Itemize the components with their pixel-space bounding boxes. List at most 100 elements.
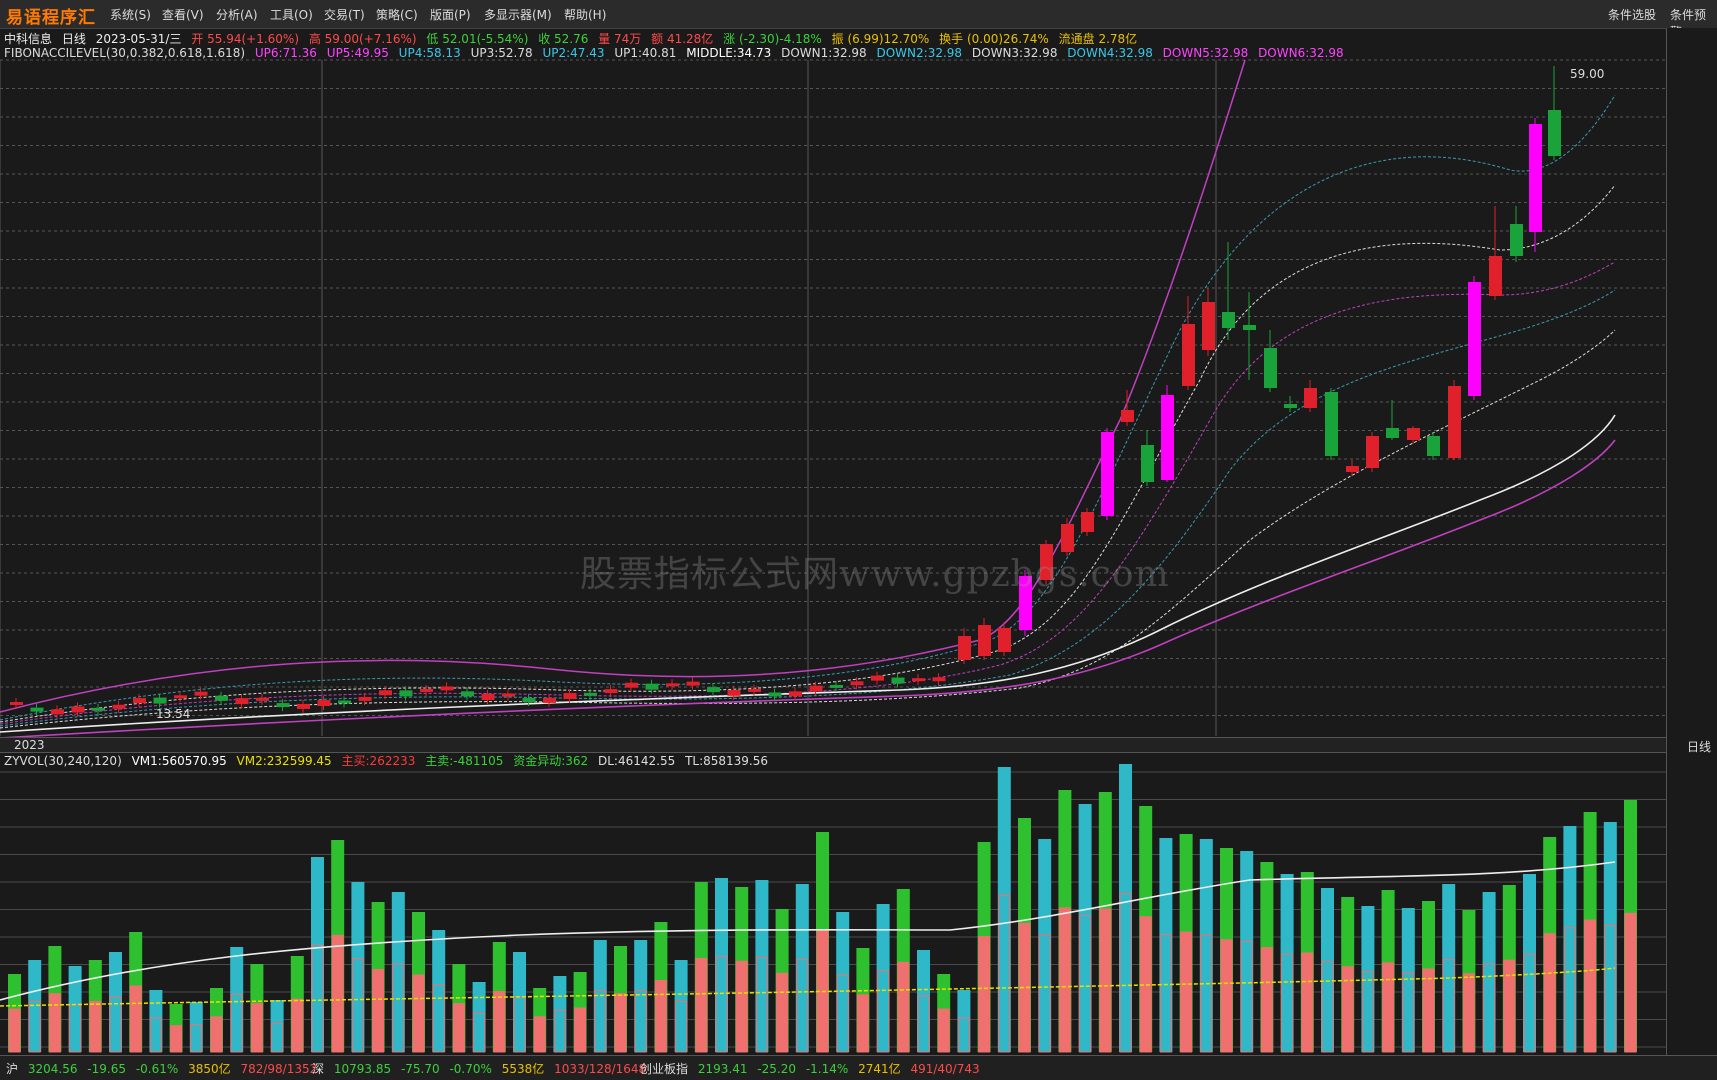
volume-bar xyxy=(1078,804,1092,1053)
sh-change: -19.65 xyxy=(87,1062,126,1076)
volume-bar-bottom xyxy=(372,969,385,1053)
volume-bar-bottom xyxy=(48,993,61,1053)
volume-bar xyxy=(1018,818,1031,1053)
candle-body xyxy=(379,690,392,696)
volume-bar-top xyxy=(694,882,708,1052)
volume-bar-top xyxy=(129,932,143,1052)
volume-bar-top xyxy=(371,902,385,1052)
vm2-value: VM2:232599.45 xyxy=(236,754,332,768)
volume-bar-top xyxy=(1139,806,1153,1052)
volume-bar-top xyxy=(533,988,547,1052)
volume-bar-bottom xyxy=(392,963,405,1053)
menu-tools[interactable]: 工具(O) xyxy=(270,6,313,23)
main-buy-value: 主买:262233 xyxy=(341,754,416,768)
sz-index-status[interactable]: 深 10793.85 -75.70 -0.70% 5538亿 1033/128/… xyxy=(312,1060,652,1077)
candle-body xyxy=(727,689,741,696)
candle xyxy=(932,673,946,686)
volume-bar-bottom xyxy=(1159,933,1172,1053)
volume-bar-top xyxy=(957,990,971,1052)
candle xyxy=(1081,508,1094,536)
volume-bar-bottom xyxy=(1099,908,1112,1053)
menu-system[interactable]: 系统(S) xyxy=(110,6,151,23)
volume-bar-top xyxy=(68,966,82,1052)
volume-bar xyxy=(189,1002,203,1053)
sh-breadth: 782/98/1352 xyxy=(240,1062,318,1076)
candle-body xyxy=(1427,436,1440,456)
candle-body xyxy=(92,707,105,711)
volume-bar xyxy=(715,878,728,1053)
volume-bar xyxy=(1462,910,1476,1053)
stock-screener-button[interactable]: 条件选股 xyxy=(1608,6,1656,23)
price-markers: 59.00 13.54 xyxy=(156,67,1604,721)
menu-trade[interactable]: 交易(T) xyxy=(324,6,365,23)
volume-bar-top xyxy=(311,857,324,1052)
volume-bar xyxy=(1058,790,1072,1053)
volume-bar-top xyxy=(977,842,991,1052)
volume-bar-bottom xyxy=(109,996,122,1053)
volume-bar xyxy=(28,960,42,1053)
period-tab[interactable]: 日线 xyxy=(1687,738,1711,755)
candle xyxy=(666,679,679,691)
volume-bar xyxy=(513,952,526,1053)
candle xyxy=(978,618,991,660)
vol-indicator-name[interactable]: ZYVOL(30,240,120) xyxy=(4,754,122,768)
volume-ma2-line xyxy=(0,967,1616,1007)
menu-view[interactable]: 查看(V) xyxy=(162,6,204,23)
candle xyxy=(1386,400,1399,440)
sz-pct: -0.70% xyxy=(449,1062,492,1076)
volume-bar xyxy=(1280,874,1294,1053)
volume-bar-top xyxy=(634,940,648,1052)
volume-bar xyxy=(1098,792,1112,1053)
candle-body xyxy=(1304,388,1317,408)
volume-bar-top xyxy=(270,1000,284,1052)
volume-bar xyxy=(735,887,749,1053)
volume-bar xyxy=(412,912,425,1053)
candle xyxy=(830,680,843,692)
volume-bar-bottom xyxy=(311,944,324,1053)
volume-bar-bottom xyxy=(796,959,809,1053)
volume-bar-top xyxy=(896,889,910,1052)
volume-bar-bottom xyxy=(917,995,930,1053)
candle-body xyxy=(420,689,433,693)
volume-bar-bottom xyxy=(533,1016,546,1053)
menu-multi-display[interactable]: 多显示器(M) xyxy=(484,6,552,23)
volume-bar xyxy=(1583,812,1597,1053)
candle-body xyxy=(194,691,208,696)
volume-bar-top xyxy=(1280,874,1294,1052)
year-label: 2023 xyxy=(14,738,45,752)
sh-index-status[interactable]: 沪 3204.56 -19.65 -0.61% 3850亿 782/98/135… xyxy=(6,1060,323,1077)
candle-body xyxy=(1325,392,1338,456)
candle xyxy=(543,693,556,707)
cy-index-status[interactable]: 创业板指 2193.41 -25.20 -1.14% 2741亿 491/40/… xyxy=(640,1060,986,1077)
candle-body xyxy=(112,704,126,709)
menu-layout[interactable]: 版面(P) xyxy=(430,6,471,23)
candle-body xyxy=(1386,428,1399,438)
volume-bar-bottom xyxy=(493,991,506,1053)
candle xyxy=(1202,288,1215,356)
volume-bar-top xyxy=(1401,908,1415,1052)
candle xyxy=(1346,460,1359,476)
volume-bar xyxy=(472,982,486,1053)
volume-bar-top xyxy=(1462,910,1476,1052)
menu-help[interactable]: 帮助(H) xyxy=(564,6,606,23)
volume-bar-top xyxy=(1038,839,1052,1052)
volume-bar-top xyxy=(856,948,870,1052)
volume-bar-bottom xyxy=(1442,959,1455,1053)
volume-bar-top xyxy=(412,912,425,1052)
candles-group xyxy=(10,66,1561,719)
sz-amount: 5538亿 xyxy=(501,1062,545,1076)
volume-bar-bottom xyxy=(735,960,748,1053)
volume-bar-bottom xyxy=(250,1003,263,1053)
candle xyxy=(707,683,720,697)
volume-bar-bottom xyxy=(210,1016,223,1053)
candlestick-chart[interactable]: 59.00 13.54 xyxy=(0,28,1717,750)
menu-analysis[interactable]: 分析(A) xyxy=(216,6,258,23)
volume-bar-top xyxy=(1543,837,1557,1052)
menu-strategy[interactable]: 策略(C) xyxy=(376,6,418,23)
volume-bar xyxy=(1179,834,1193,1053)
candle-body xyxy=(1448,386,1461,458)
volume-bar xyxy=(634,940,648,1053)
volume-bar-bottom xyxy=(816,930,829,1053)
volume-bar-bottom xyxy=(1200,934,1213,1053)
volume-bar-top xyxy=(1361,906,1375,1052)
